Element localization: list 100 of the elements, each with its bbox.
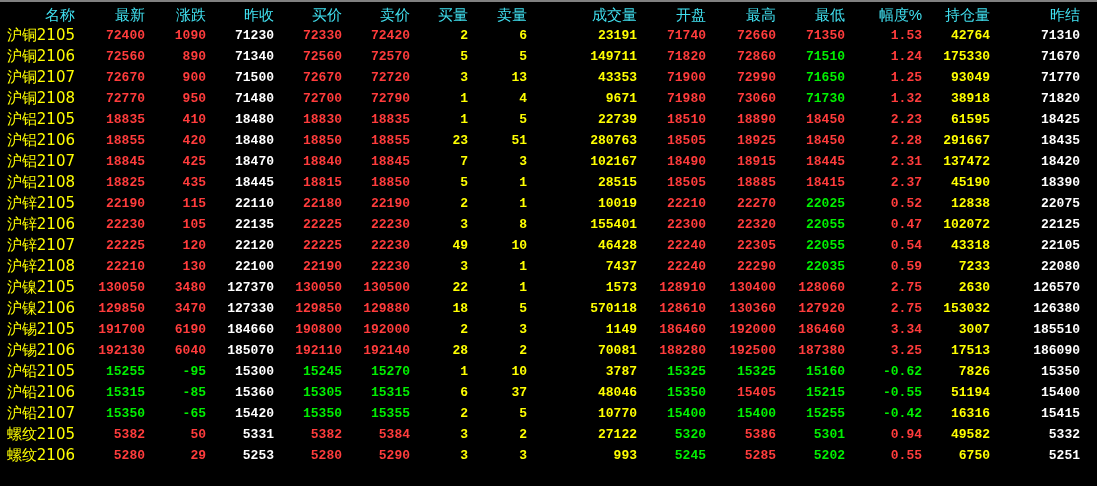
column-header[interactable]: 名称 bbox=[0, 4, 75, 25]
table-cell-text: 5 bbox=[518, 48, 527, 66]
table-cell-text: 128910 bbox=[658, 279, 706, 297]
table-cell-text: 1.25 bbox=[889, 69, 922, 87]
table-cell-text: 291667 bbox=[942, 132, 990, 150]
table-cell-text: 2 bbox=[459, 321, 468, 339]
column-header[interactable]: 涨跌 bbox=[145, 4, 206, 25]
table-cell-text: 72560 bbox=[105, 48, 145, 66]
column-header[interactable]: 持仓量 bbox=[922, 4, 990, 25]
table-cell-text: 192000 bbox=[728, 321, 776, 339]
table-cell-text: 15325 bbox=[666, 363, 706, 381]
column-header[interactable]: 昨结 bbox=[990, 4, 1080, 25]
table-cell-text: 72670 bbox=[105, 69, 145, 87]
table-cell-text: 3480 bbox=[173, 279, 206, 297]
table-cell-text: 4 bbox=[518, 90, 527, 108]
table-cell-text: 18415 bbox=[805, 174, 845, 192]
table-cell-text: 46428 bbox=[597, 237, 637, 255]
table-cell-text: 22240 bbox=[666, 237, 706, 255]
table-cell-text: 5280 bbox=[309, 447, 342, 465]
table-cell-text: 6040 bbox=[173, 342, 206, 360]
table-cell-text: 1090 bbox=[173, 27, 206, 45]
table-cell-text: 190800 bbox=[294, 321, 342, 339]
table-cell-text: 3 bbox=[459, 258, 468, 276]
table-cell-text: 3 bbox=[459, 69, 468, 87]
table-cell-text: 17513 bbox=[950, 342, 990, 360]
table-cell-text: 71350 bbox=[805, 27, 845, 45]
table-cell-text: 5 bbox=[518, 300, 527, 318]
table-cell-text: 72400 bbox=[105, 27, 145, 45]
table-cell-text: 15160 bbox=[805, 363, 845, 381]
table-cell-text: 410 bbox=[181, 111, 206, 129]
table-cell-text: 280763 bbox=[589, 132, 637, 150]
table-cell-text: 188280 bbox=[658, 342, 706, 360]
column-header[interactable]: 买价 bbox=[274, 4, 342, 25]
table-cell-text: 1 bbox=[459, 111, 468, 129]
table-cell-text: 18450 bbox=[805, 111, 845, 129]
table-cell-text: 48046 bbox=[597, 384, 637, 402]
table-cell-text: 18825 bbox=[105, 174, 145, 192]
contract-name: 沪铜2106 bbox=[5, 46, 75, 67]
table-cell-text: 71510 bbox=[805, 48, 845, 66]
table-cell-text: 51194 bbox=[950, 384, 990, 402]
table-cell-text: 18845 bbox=[105, 153, 145, 171]
column-header[interactable]: 卖量 bbox=[468, 4, 527, 25]
table-cell-text: 5386 bbox=[743, 426, 776, 444]
table-cell-text: 0.47 bbox=[889, 216, 922, 234]
table-cell-text: 22240 bbox=[666, 258, 706, 276]
table-cell-text: 0.54 bbox=[889, 237, 922, 255]
column-header[interactable]: 最低 bbox=[776, 4, 845, 25]
table-cell-text: 185510 bbox=[1032, 321, 1080, 339]
table-cell-text: 5280 bbox=[112, 447, 145, 465]
contract-name: 沪铝2105 bbox=[5, 109, 75, 130]
table-cell-text: 28515 bbox=[597, 174, 637, 192]
table-cell-text: 115 bbox=[181, 195, 206, 213]
table-cell-text: 15355 bbox=[370, 405, 410, 423]
table-cell-text: 2.75 bbox=[889, 279, 922, 297]
table-cell-text: 1 bbox=[459, 363, 468, 381]
table-cell-text: 22320 bbox=[736, 216, 776, 234]
table-cell-text: 137472 bbox=[942, 153, 990, 171]
table-cell-text: 15270 bbox=[370, 363, 410, 381]
table-cell-text: 2630 bbox=[957, 279, 990, 297]
table-cell-text: 5 bbox=[459, 174, 468, 192]
table-cell-text: 192500 bbox=[728, 342, 776, 360]
table-cell-text: 72570 bbox=[370, 48, 410, 66]
table-cell-text: 0.52 bbox=[889, 195, 922, 213]
table-cell-text: 10019 bbox=[597, 195, 637, 213]
table-cell-text: 2 bbox=[459, 405, 468, 423]
column-header[interactable]: 开盘 bbox=[637, 4, 706, 25]
table-cell-text: 71740 bbox=[666, 27, 706, 45]
table-cell-text: 102167 bbox=[589, 153, 637, 171]
table-cell-text: 127920 bbox=[797, 300, 845, 318]
table-cell-text: 22230 bbox=[105, 216, 145, 234]
column-header[interactable]: 最新 bbox=[75, 4, 145, 25]
table-cell-text: 18505 bbox=[666, 132, 706, 150]
column-header[interactable]: 卖价 bbox=[342, 4, 410, 25]
table-cell-text: 0.59 bbox=[889, 258, 922, 276]
column-header[interactable]: 幅度% bbox=[845, 4, 922, 25]
column-header[interactable]: 最高 bbox=[706, 4, 776, 25]
table-cell-text: 71980 bbox=[666, 90, 706, 108]
table-cell-text: 18490 bbox=[666, 153, 706, 171]
table-cell-text: 2.37 bbox=[889, 174, 922, 192]
column-header[interactable]: 买量 bbox=[410, 4, 468, 25]
table-cell-text: 18835 bbox=[105, 111, 145, 129]
table-cell-text: 18470 bbox=[234, 153, 274, 171]
table-cell-text: -0.62 bbox=[882, 363, 922, 381]
table-cell-text: 18435 bbox=[1040, 132, 1080, 150]
contract-name: 沪锌2106 bbox=[5, 214, 75, 235]
table-cell-text: 13 bbox=[510, 69, 527, 87]
table-cell-text: 7233 bbox=[957, 258, 990, 276]
table-cell-text: 22230 bbox=[370, 258, 410, 276]
table-cell-text: 3470 bbox=[173, 300, 206, 318]
table-cell-text: 22100 bbox=[234, 258, 274, 276]
contract-name: 沪锌2108 bbox=[5, 256, 75, 277]
table-cell-text: 15400 bbox=[1040, 384, 1080, 402]
column-header[interactable]: 成交量 bbox=[527, 4, 637, 25]
table-cell-text: 23 bbox=[451, 132, 468, 150]
table-cell-text: 130 bbox=[181, 258, 206, 276]
table-cell-text: 15255 bbox=[805, 405, 845, 423]
table-cell-text: 130500 bbox=[362, 279, 410, 297]
table-cell-text: 18445 bbox=[234, 174, 274, 192]
table-cell-text: 22305 bbox=[736, 237, 776, 255]
column-header[interactable]: 昨收 bbox=[206, 4, 274, 25]
